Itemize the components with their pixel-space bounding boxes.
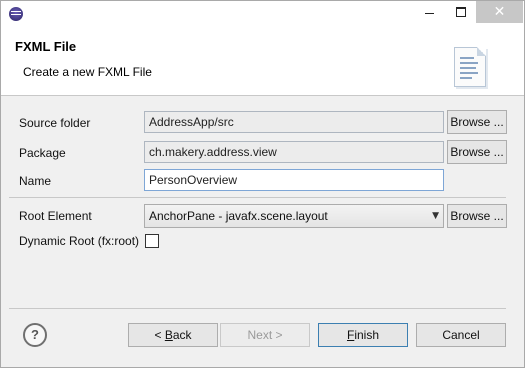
root-element-browse-button[interactable]: Browse ...	[447, 204, 507, 228]
document-icon	[454, 47, 486, 87]
footer-separator	[9, 308, 506, 309]
back-button[interactable]: < Back	[128, 323, 218, 347]
wizard-description: Create a new FXML File	[23, 65, 152, 79]
package-label: Package	[19, 146, 66, 160]
title-bar: ✕	[1, 1, 524, 27]
cancel-button[interactable]: Cancel	[416, 323, 506, 347]
close-button[interactable]: ✕	[476, 1, 523, 23]
chevron-down-icon: ▼	[432, 211, 439, 221]
minimize-button[interactable]	[415, 1, 443, 23]
name-input[interactable]: PersonOverview	[144, 169, 444, 191]
wizard-title: FXML File	[15, 39, 77, 54]
dynamic-root-label: Dynamic Root (fx:root)	[19, 234, 140, 248]
back-mnemonic: B	[164, 328, 173, 342]
root-element-select[interactable]: AnchorPane - javafx.scene.layout ▼	[144, 204, 444, 228]
root-element-label: Root Element	[19, 209, 92, 223]
help-icon[interactable]: ?	[23, 323, 47, 347]
package-field[interactable]: ch.makery.address.view	[144, 141, 444, 163]
finish-button[interactable]: Finish	[318, 323, 408, 347]
maximize-button[interactable]	[447, 1, 475, 23]
source-folder-label: Source folder	[19, 116, 91, 130]
minimize-icon	[424, 13, 434, 14]
root-element-value: AnchorPane - javafx.scene.layout	[149, 209, 328, 223]
name-label: Name	[19, 174, 52, 188]
new-fxml-dialog: ✕ FXML File Create a new FXML File Sourc…	[0, 0, 525, 368]
close-icon: ✕	[493, 4, 506, 20]
source-folder-browse-button[interactable]: Browse ...	[447, 110, 507, 134]
source-folder-field[interactable]: AddressApp/src	[144, 111, 444, 133]
maximize-icon	[456, 7, 466, 17]
separator	[9, 197, 506, 198]
dynamic-root-checkbox[interactable]	[145, 234, 159, 248]
next-button[interactable]: Next >	[220, 323, 310, 347]
package-browse-button[interactable]: Browse ...	[447, 140, 507, 164]
eclipse-icon	[9, 7, 23, 21]
wizard-header: FXML File Create a new FXML File	[1, 27, 524, 96]
